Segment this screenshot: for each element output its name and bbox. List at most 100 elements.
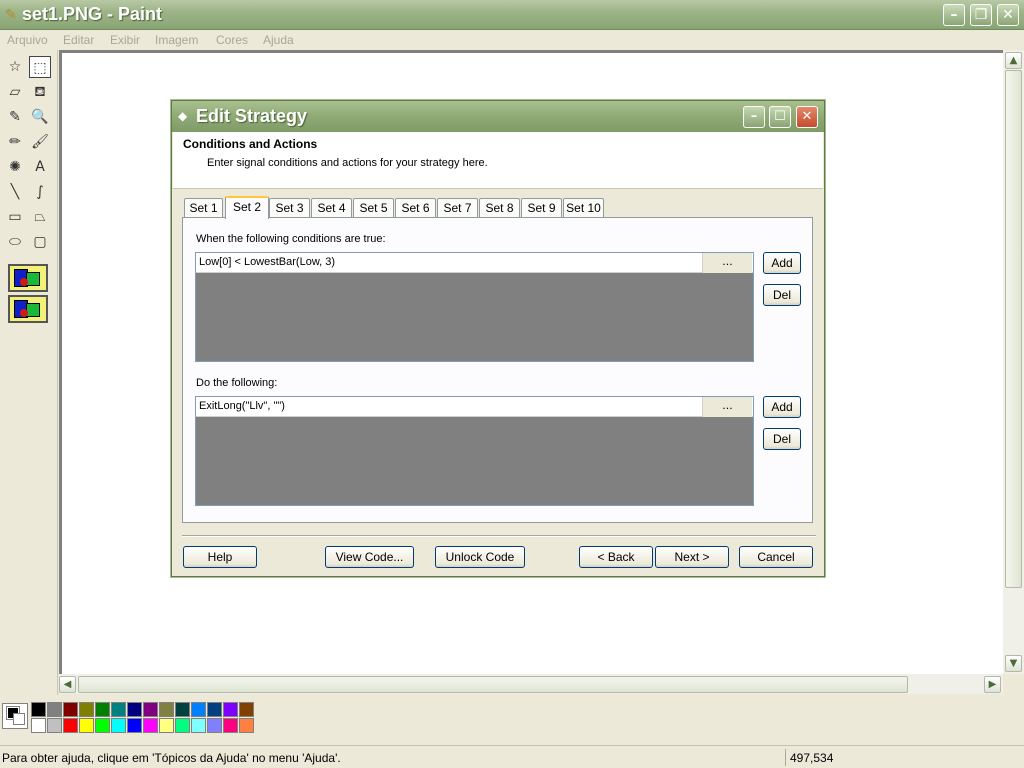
color-swatch[interactable] bbox=[111, 702, 126, 717]
color-swatch[interactable] bbox=[207, 718, 222, 733]
add-condition-button[interactable]: Add bbox=[763, 252, 801, 274]
color-swatch[interactable] bbox=[47, 718, 62, 733]
rectangle-icon[interactable]: ▭ bbox=[4, 206, 26, 228]
tab-set-7[interactable]: Set 7 bbox=[437, 198, 478, 218]
table-row[interactable]: Low[0] < LowestBar(Low, 3) ... bbox=[196, 253, 753, 273]
color-swatch[interactable] bbox=[127, 702, 142, 717]
dialog-minimize-button[interactable]: – bbox=[743, 106, 765, 128]
vertical-scrollbar[interactable]: ▲ ▼ bbox=[1003, 50, 1024, 674]
polygon-icon[interactable]: ⏢ bbox=[29, 206, 51, 228]
color-swatch[interactable] bbox=[47, 702, 62, 717]
color-swatch[interactable] bbox=[31, 702, 46, 717]
color-swatch[interactable] bbox=[191, 702, 206, 717]
color-swatch[interactable] bbox=[159, 718, 174, 733]
tab-set-4[interactable]: Set 4 bbox=[311, 198, 352, 218]
magnifier-icon[interactable]: 🔍 bbox=[29, 106, 51, 128]
color-swatch[interactable] bbox=[143, 702, 158, 717]
back-button[interactable]: < Back bbox=[579, 546, 653, 568]
color-swatch[interactable] bbox=[223, 702, 238, 717]
maximize-icon: ☐ bbox=[774, 109, 786, 124]
color-swatch[interactable] bbox=[223, 718, 238, 733]
tab-set-5[interactable]: Set 5 bbox=[353, 198, 394, 218]
scroll-down-icon[interactable]: ▼ bbox=[1005, 655, 1022, 672]
menu-imagem[interactable]: Imagem bbox=[155, 33, 198, 47]
color-swatch[interactable] bbox=[95, 718, 110, 733]
color-swatch[interactable] bbox=[239, 718, 254, 733]
tool-option-transparent[interactable] bbox=[8, 295, 48, 323]
close-button[interactable]: ✕ bbox=[997, 4, 1019, 26]
eraser-icon[interactable]: ▱ bbox=[4, 81, 26, 103]
color-swatch[interactable] bbox=[207, 702, 222, 717]
horizontal-scroll-thumb[interactable] bbox=[78, 676, 908, 693]
color-swatch[interactable] bbox=[31, 718, 46, 733]
close-icon: ✕ bbox=[801, 109, 813, 124]
next-button[interactable]: Next > bbox=[655, 546, 729, 568]
cancel-button[interactable]: Cancel bbox=[739, 546, 813, 568]
menu-cores[interactable]: Cores bbox=[216, 33, 248, 47]
unlock-code-button[interactable]: Unlock Code bbox=[435, 546, 525, 568]
pencil-icon[interactable]: ✏ bbox=[4, 131, 26, 153]
free-select-icon[interactable]: ☆ bbox=[4, 56, 26, 78]
del-condition-button[interactable]: Del bbox=[763, 284, 801, 306]
color-swatch[interactable] bbox=[79, 702, 94, 717]
color-picker-icon[interactable]: ✎ bbox=[4, 106, 26, 128]
condition-cell[interactable]: Low[0] < LowestBar(Low, 3) bbox=[199, 256, 335, 268]
paint-icon[interactable]: ✎ bbox=[5, 6, 21, 24]
close-icon: ✕ bbox=[1002, 7, 1014, 23]
color-swatch[interactable] bbox=[127, 718, 142, 733]
maximize-button[interactable]: ❐ bbox=[970, 4, 992, 26]
scroll-right-icon[interactable]: ▶ bbox=[984, 676, 1001, 693]
line-icon[interactable]: ╲ bbox=[4, 181, 26, 203]
tab-set-1[interactable]: Set 1 bbox=[184, 198, 223, 218]
color-swatch[interactable] bbox=[79, 718, 94, 733]
scroll-left-icon[interactable]: ◀ bbox=[59, 676, 76, 693]
color-swatch[interactable] bbox=[239, 702, 254, 717]
color-swatch[interactable] bbox=[143, 718, 158, 733]
text-icon[interactable]: A bbox=[29, 156, 51, 178]
color-swatch[interactable] bbox=[159, 702, 174, 717]
add-action-button[interactable]: Add bbox=[763, 396, 801, 418]
conditions-grid[interactable]: Low[0] < LowestBar(Low, 3) ... bbox=[195, 252, 754, 362]
airbrush-icon[interactable]: ✺ bbox=[4, 156, 26, 178]
color-swatch[interactable] bbox=[175, 718, 190, 733]
rect-select-icon[interactable]: ⬚ bbox=[29, 56, 51, 78]
condition-ellipsis-button[interactable]: ... bbox=[702, 253, 752, 273]
scroll-up-icon[interactable]: ▲ bbox=[1005, 52, 1022, 69]
minimize-icon: – bbox=[750, 109, 758, 124]
color-swatch[interactable] bbox=[175, 702, 190, 717]
menu-ajuda[interactable]: Ajuda bbox=[263, 33, 294, 47]
action-ellipsis-button[interactable]: ... bbox=[702, 397, 752, 417]
tab-set-6[interactable]: Set 6 bbox=[395, 198, 436, 218]
vertical-scroll-thumb[interactable] bbox=[1005, 70, 1022, 588]
tab-set-10[interactable]: Set 10 bbox=[563, 198, 604, 218]
tab-set-9[interactable]: Set 9 bbox=[521, 198, 562, 218]
menu-editar[interactable]: Editar bbox=[63, 33, 94, 47]
status-separator bbox=[785, 749, 786, 766]
minimize-button[interactable]: – bbox=[943, 4, 965, 26]
tab-set-8[interactable]: Set 8 bbox=[479, 198, 520, 218]
tab-set-2[interactable]: Set 2 bbox=[225, 196, 269, 219]
color-swatch[interactable] bbox=[111, 718, 126, 733]
brush-icon[interactable]: 🖌 bbox=[29, 131, 51, 153]
dialog-close-button[interactable]: ✕ bbox=[796, 106, 818, 128]
actions-grid[interactable]: ExitLong("Llv", "") ... bbox=[195, 396, 754, 506]
del-action-button[interactable]: Del bbox=[763, 428, 801, 450]
horizontal-scrollbar[interactable]: ◀ ▶ bbox=[59, 674, 1003, 694]
curve-icon[interactable]: ∫ bbox=[29, 181, 51, 203]
tab-set-3[interactable]: Set 3 bbox=[269, 198, 310, 218]
color-swatch[interactable] bbox=[63, 702, 78, 717]
menu-arquivo[interactable]: Arquivo bbox=[7, 33, 48, 47]
menu-exibir[interactable]: Exibir bbox=[110, 33, 140, 47]
dialog-maximize-button[interactable]: ☐ bbox=[769, 106, 791, 128]
fill-icon[interactable]: ⛾ bbox=[29, 81, 51, 103]
color-swatch[interactable] bbox=[63, 718, 78, 733]
table-row[interactable]: ExitLong("Llv", "") ... bbox=[196, 397, 753, 417]
tool-option-opaque[interactable] bbox=[8, 264, 48, 292]
view-code-button[interactable]: View Code... bbox=[325, 546, 414, 568]
action-cell[interactable]: ExitLong("Llv", "") bbox=[199, 400, 285, 412]
color-swatch[interactable] bbox=[95, 702, 110, 717]
ellipse-icon[interactable]: ⬭ bbox=[4, 231, 26, 253]
color-swatch[interactable] bbox=[191, 718, 206, 733]
rounded-rect-icon[interactable]: ▢ bbox=[29, 231, 51, 253]
help-button[interactable]: Help bbox=[183, 546, 257, 568]
